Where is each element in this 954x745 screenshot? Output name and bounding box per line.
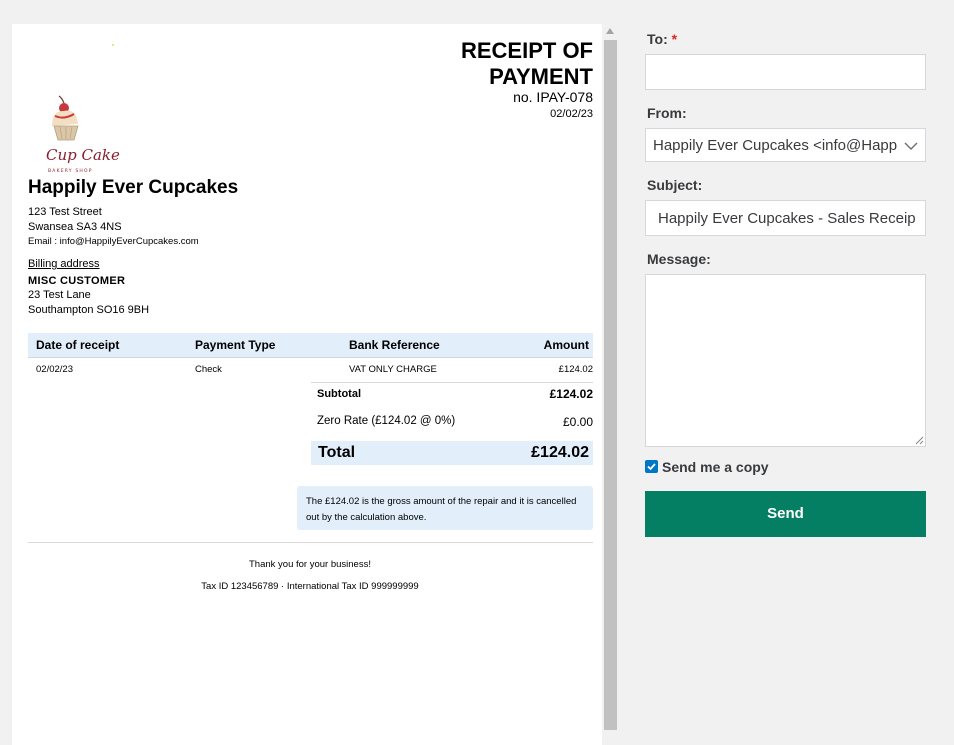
company-address-line1: 123 Test Street	[28, 206, 102, 218]
receipt-title-line1: RECEIPT OF	[460, 38, 593, 63]
receipt-date: 02/02/23	[550, 108, 593, 120]
subject-label: Subject:	[647, 177, 703, 193]
company-address-line2: Swansea SA3 4NS	[28, 221, 122, 233]
to-label-text: To:	[647, 31, 668, 47]
message-label: Message:	[647, 251, 711, 267]
receipt-preview: Cup Cake BAKERY SHOP RECEIPT OF PAYMENT …	[12, 24, 602, 745]
from-select-value: Happily Ever Cupcakes <info@HappilyEverC…	[653, 137, 898, 154]
note-text: The £124.02 is the gross amount of the r…	[306, 496, 577, 523]
cupcake-logo: Cup Cake BAKERY SHOP	[46, 95, 120, 174]
row-date: 02/02/23	[36, 364, 73, 375]
send-button[interactable]: Send	[645, 491, 926, 537]
note-box: The £124.02 is the gross amount of the r…	[297, 486, 593, 530]
footer-thanks: Thank you for your business!	[249, 559, 371, 570]
column-header-date: Date of receipt	[36, 338, 120, 352]
total-value: £124.02	[531, 444, 589, 461]
required-mark: *	[671, 31, 678, 47]
from-label: From:	[647, 105, 687, 121]
row-bank-reference: VAT ONLY CHARGE	[349, 364, 437, 375]
resize-handle-icon[interactable]	[914, 435, 924, 445]
send-copy-checkbox[interactable]	[645, 460, 658, 473]
subject-input[interactable]: Happily Ever Cupcakes - Sales Receipt no…	[645, 200, 926, 236]
table-header: Date of receipt Payment Type Bank Refere…	[28, 333, 593, 358]
column-header-bank-reference: Bank Reference	[349, 338, 440, 352]
subject-input-value: Happily Ever Cupcakes - Sales Receipt no…	[658, 210, 915, 227]
billing-address-label: Billing address	[28, 258, 100, 270]
table-row: 02/02/23 Check VAT ONLY CHARGE £124.02	[28, 358, 593, 382]
footer-tax-ids: Tax ID 123456789 · International Tax ID …	[201, 581, 419, 592]
billing-name: MISC CUSTOMER	[28, 275, 126, 287]
preview-scrollbar-thumb[interactable]	[604, 40, 617, 730]
logo-subtext: BAKERY SHOP	[48, 168, 93, 174]
chevron-down-icon	[904, 142, 918, 150]
subtotal-value: £124.02	[549, 387, 593, 401]
company-email: Email : info@HappilyEverCupcakes.com	[28, 236, 199, 247]
footer-divider	[28, 542, 593, 543]
subtotal-label: Subtotal	[317, 388, 361, 400]
total-label: Total	[318, 444, 356, 461]
send-copy-label[interactable]: Send me a copy	[662, 459, 769, 475]
billing-line2: Southampton SO16 9BH	[28, 304, 150, 316]
checkmark-icon	[647, 463, 656, 471]
company-name: Happily Ever Cupcakes	[28, 177, 239, 198]
logo-dot	[112, 44, 114, 46]
logo-text: Cup Cake	[46, 146, 120, 164]
scroll-up-arrow-icon[interactable]	[606, 28, 614, 34]
receipt-title: RECEIPT OF PAYMENT	[461, 38, 593, 90]
receipt-title-line2: PAYMENT	[489, 64, 593, 89]
tax-label: Zero Rate (£124.02 @ 0%)	[317, 415, 456, 427]
divider	[311, 382, 593, 383]
total-row: Total £124.02	[311, 441, 593, 465]
column-header-payment-type: Payment Type	[195, 338, 276, 352]
to-label: To: *	[647, 31, 677, 47]
column-header-amount: Amount	[543, 338, 589, 352]
row-payment-type: Check	[195, 364, 222, 375]
from-select[interactable]: Happily Ever Cupcakes <info@HappilyEverC…	[645, 128, 926, 162]
tax-value: £0.00	[562, 415, 593, 429]
receipt-number: no. IPAY-078	[513, 89, 593, 105]
billing-line1: 23 Test Lane	[28, 289, 91, 301]
to-input[interactable]	[645, 54, 926, 90]
row-amount: £124.02	[558, 364, 593, 375]
message-textarea[interactable]	[645, 274, 926, 447]
